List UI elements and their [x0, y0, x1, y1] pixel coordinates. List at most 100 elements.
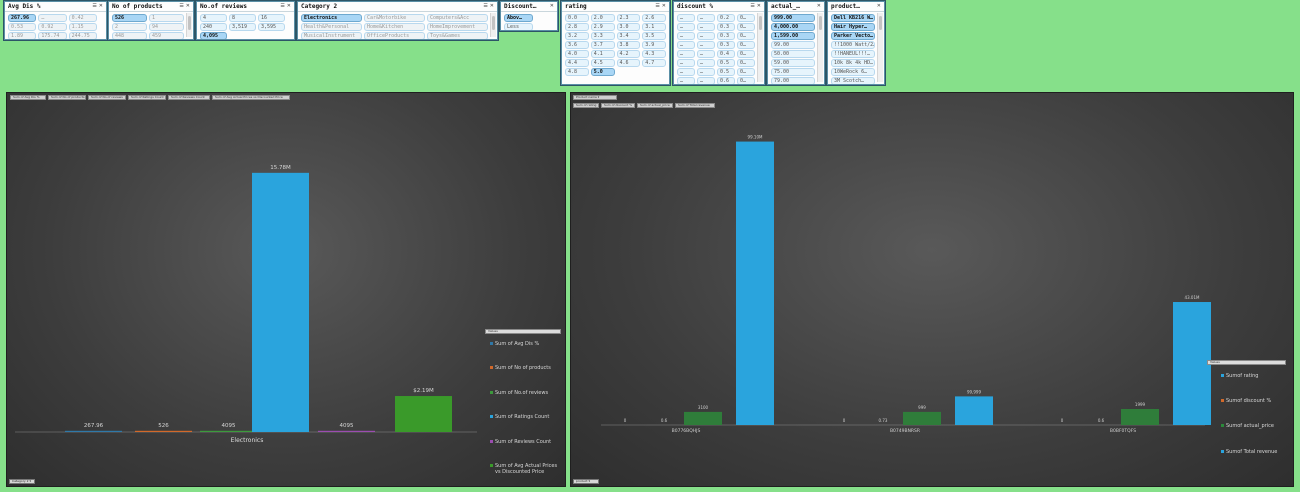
legend-item[interactable]: Sum of Ratings Count — [490, 414, 562, 420]
pivot-chart-product[interactable]: Product name ▾ Sum of rating Sum of disc… — [570, 92, 1294, 487]
legend-item[interactable]: Sum of Avg Actual Prices vs Discounted P… — [490, 463, 562, 475]
slicer-item[interactable]: Computers&Acc — [427, 14, 488, 22]
slicer-item[interactable]: … — [677, 32, 695, 40]
slicer-item[interactable]: 0.5 — [717, 59, 735, 67]
bar-sum-of-no-of-products[interactable] — [135, 430, 192, 432]
slicer-item[interactable]: HomeImprovement — [427, 23, 488, 31]
slicer-item[interactable]: 59.00 — [771, 59, 815, 67]
clear-filter-icon[interactable]: ✕ — [287, 4, 291, 9]
legend-item[interactable]: Sum of Reviews Count — [490, 439, 562, 445]
slicer-item[interactable]: 3.8 — [616, 41, 641, 49]
field-button[interactable]: Sum of Ratings Count — [128, 95, 166, 100]
slicer-item[interactable]: 448 — [112, 32, 147, 39]
slicer-item[interactable]: … — [697, 14, 715, 22]
bar-sumof-total-revenue[interactable] — [736, 141, 774, 425]
slicer-item[interactable]: Car&Motorbike — [364, 14, 425, 22]
slicer-item[interactable]: 0… — [737, 23, 755, 31]
slicer-item[interactable]: 1.89 — [8, 32, 37, 39]
slicer-item[interactable]: 4,095 — [200, 32, 227, 39]
bar-sumof-total-revenue[interactable] — [955, 396, 993, 425]
legend-title[interactable]: Values — [1207, 360, 1286, 365]
scrollbar[interactable] — [757, 13, 763, 82]
slicer-item[interactable]: Dell KB216 W… — [831, 14, 875, 22]
slicer-item[interactable]: 4 — [200, 14, 227, 22]
slicer-item[interactable]: … — [677, 41, 695, 49]
slicer-item[interactable]: 2.9 — [590, 23, 615, 31]
slicer-item[interactable]: 4.8 — [565, 68, 589, 76]
slicer-item[interactable]: Toys&Games — [427, 32, 488, 39]
slicer-item[interactable]: Abov… — [504, 14, 533, 22]
slicer-item[interactable]: 0… — [737, 50, 755, 58]
field-button[interactable]: Sum of No.of reviews — [88, 95, 126, 100]
clear-filter-icon[interactable]: ✕ — [99, 4, 103, 9]
bar-sumof-total-revenue[interactable] — [1173, 302, 1211, 425]
scrollbar[interactable] — [186, 13, 192, 37]
slicer-item[interactable]: 4.1 — [590, 50, 615, 58]
legend-item[interactable]: Sum of No.of reviews — [490, 390, 562, 396]
scrollbar[interactable] — [877, 13, 883, 82]
slicer-item[interactable]: 75.00 — [771, 68, 815, 76]
slicer-item[interactable]: 3.5 — [642, 32, 666, 40]
slicer-item[interactable]: 0.3 — [717, 32, 735, 40]
slicer-item[interactable]: 3.4 — [616, 32, 641, 40]
legend-item[interactable]: Sumof actual_price — [1221, 423, 1291, 429]
bar-sum-of-avg-dis-[interactable] — [65, 430, 122, 432]
legend-item[interactable]: Sum of Avg Dis % — [490, 341, 562, 347]
clear-filter-icon[interactable]: ✕ — [877, 4, 881, 9]
slicer-item[interactable]: 4.3 — [642, 50, 666, 58]
field-button[interactable]: Sum of Reviews Count — [168, 95, 210, 100]
slicer-item[interactable]: 94 — [149, 23, 184, 31]
slicer-item[interactable]: 0.5 — [717, 68, 735, 76]
slicer-item[interactable]: Hair Hyper… — [831, 23, 875, 31]
slicer-item[interactable]: 0… — [737, 14, 755, 22]
slicer-item[interactable]: 0.53 — [8, 23, 37, 31]
slicer-item[interactable]: 3.9 — [642, 41, 666, 49]
field-button[interactable]: Sum of Avg Dis % — [10, 95, 46, 100]
clear-filter-icon[interactable]: ✕ — [757, 4, 761, 9]
slicer-item[interactable]: 5.0 — [590, 68, 615, 76]
slicer-item[interactable]: Home&Kitchen — [364, 23, 425, 31]
scrollbar[interactable] — [817, 13, 823, 82]
slicer-item[interactable]: … — [697, 23, 715, 31]
multi-select-icon[interactable]: ☰ — [483, 4, 487, 9]
slicer-item[interactable]: 4.5 — [590, 59, 615, 67]
slicer-item[interactable]: Parker Vecto… — [831, 32, 875, 40]
slicer-item[interactable]: 3.3 — [590, 32, 615, 40]
slicer-item[interactable]: 3,595 — [258, 23, 285, 31]
slicer-item[interactable]: 267.96 — [8, 14, 37, 22]
slicer-item[interactable]: 459 — [149, 32, 184, 39]
slicer-item[interactable]: OfficeProducts — [364, 32, 425, 39]
slicer-item[interactable]: … — [697, 68, 715, 76]
bar-sum-of-ratings-count[interactable] — [252, 172, 309, 433]
slicer-product[interactable]: product… ✕ Dell KB216 W… Hair Hyper… Parker… — [827, 1, 885, 85]
slicer-item[interactable]: 3.1 — [642, 23, 666, 31]
slicer-item[interactable]: 0.6 — [717, 77, 735, 84]
clear-filter-icon[interactable]: ✕ — [550, 4, 554, 9]
slicer-item[interactable]: 175.74 — [38, 32, 67, 39]
slicer-item[interactable]: 4,000.00 — [771, 23, 815, 31]
slicer-item[interactable]: 0.4 — [717, 50, 735, 58]
slicer-item[interactable]: 2.0 — [590, 14, 615, 22]
slicer-item[interactable]: !!HANEUL!!!… — [831, 50, 875, 58]
clear-filter-icon[interactable]: ✕ — [817, 4, 821, 9]
slicer-item[interactable]: 3.6 — [565, 41, 589, 49]
multi-select-icon[interactable]: ☰ — [655, 4, 659, 9]
multi-select-icon[interactable]: ☰ — [179, 4, 183, 9]
clear-filter-icon[interactable]: ✕ — [186, 4, 190, 9]
slicer-item[interactable]: 3M Scotch… — [831, 77, 875, 84]
slicer-item[interactable]: 0.42 — [68, 14, 97, 22]
field-button[interactable]: Sum of No of products — [48, 95, 86, 100]
slicer-item[interactable]: 0.0 — [565, 14, 589, 22]
slicer-item[interactable]: Health&Personal — [301, 23, 362, 31]
slicer-item[interactable]: 50.00 — [771, 50, 815, 58]
slicer-item[interactable]: 2.8 — [565, 23, 589, 31]
slicer-item[interactable]: 4.7 — [642, 59, 666, 67]
slicer-item[interactable]: Electronics — [301, 14, 362, 22]
slicer-item[interactable]: Less — [504, 23, 533, 30]
legend-title[interactable]: Values — [485, 329, 561, 334]
slicer-item[interactable]: 4.2 — [616, 50, 641, 58]
bar-sum-of-reviews-count[interactable] — [318, 430, 375, 432]
slicer-item[interactable]: 0.2 — [717, 14, 735, 22]
slicer-item[interactable]: 8 — [229, 14, 256, 22]
slicer-actual-price[interactable]: actual_… ✕ 999.00 4,000.00 1,599.00 99.00 50.… — [767, 1, 825, 85]
